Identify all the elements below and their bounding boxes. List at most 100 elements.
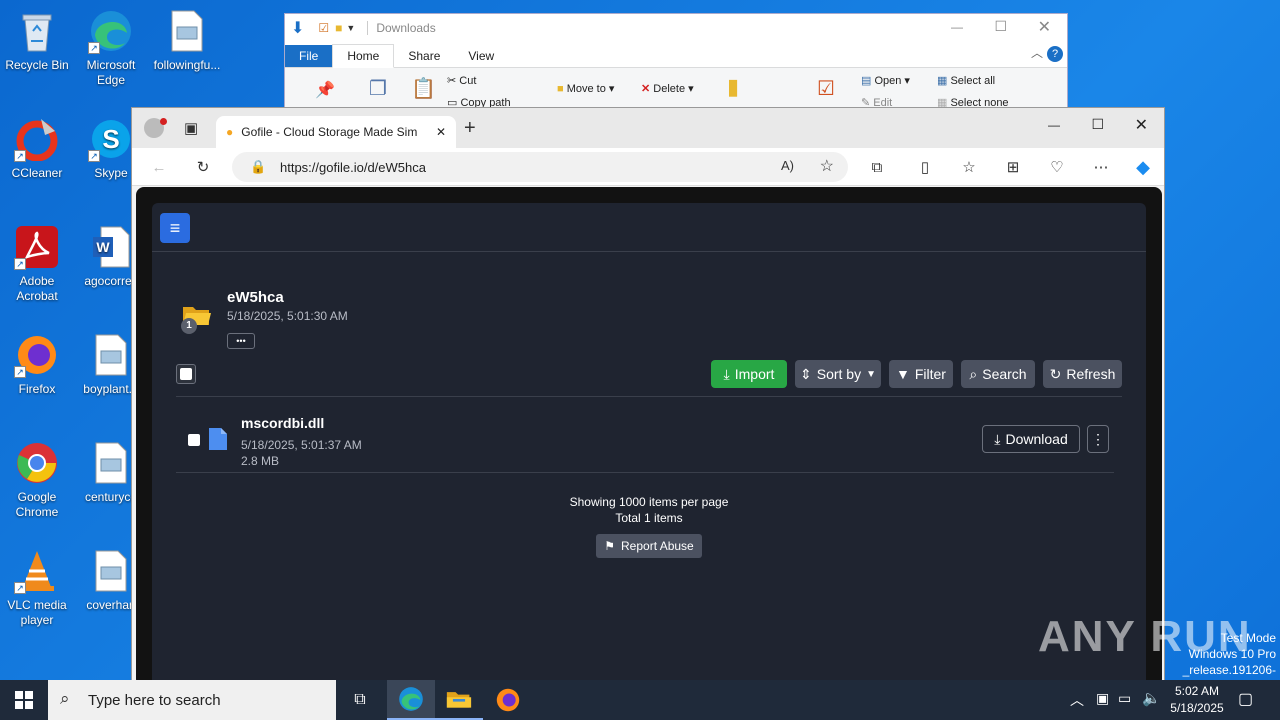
move-to-button[interactable]: ■ Move to ▾ (557, 82, 614, 95)
tab-file[interactable]: File (285, 45, 333, 67)
vlc-icon: ↗ (14, 548, 60, 594)
desktop-icon-recycle-bin[interactable]: Recycle Bin (0, 8, 74, 73)
import-label: Import (734, 366, 775, 382)
copilot-icon[interactable]: ◆ (1132, 156, 1154, 178)
maximize-icon[interactable]: ☐ (1091, 116, 1104, 133)
clock[interactable]: 5:02 AM 5/18/2025 (1166, 683, 1228, 717)
sort-by-button[interactable]: ⇕ Sort by ▼ (795, 360, 881, 388)
new-folder-icon[interactable]: ▮ (727, 74, 739, 100)
desktop-icon-edge[interactable]: ↗ Microsoft Edge (74, 8, 148, 88)
maximize-icon[interactable]: ☐ (994, 18, 1007, 35)
copy-icon[interactable]: ❐ (369, 76, 387, 101)
taskbar-edge-button[interactable] (387, 680, 435, 720)
search-button[interactable]: ⌕ Search (961, 360, 1035, 388)
back-icon[interactable]: ← (148, 156, 170, 178)
flag-icon: ⚑ (604, 539, 616, 553)
sort-by-label: Sort by (816, 366, 862, 382)
tab-share[interactable]: Share (394, 45, 454, 67)
new-tab-icon[interactable]: + (464, 117, 476, 140)
file-name[interactable]: mscordbi.dll (241, 415, 324, 431)
tab-home[interactable]: Home (332, 44, 395, 68)
read-aloud-icon[interactable]: A) (781, 158, 794, 173)
gofile-page: ≡ 1 eW5hca 5/18/2025, 5:01:30 AM ••• ⤓ Im… (136, 187, 1162, 687)
minimize-icon[interactable]: — (951, 20, 963, 34)
quick-access-dropdown-icon[interactable]: ▼ (346, 23, 355, 33)
quick-access-down-icon[interactable]: ⬇ (291, 18, 304, 38)
tab-close-icon[interactable]: ✕ (436, 125, 446, 139)
close-icon[interactable]: ✕ (1038, 17, 1051, 37)
taskbar-explorer-button[interactable] (435, 680, 483, 720)
delete-button[interactable]: ✕ Delete ▾ (641, 82, 694, 95)
minimize-icon[interactable]: — (1048, 118, 1060, 132)
tab-view[interactable]: View (454, 45, 508, 67)
device-icon[interactable]: ▣ (1096, 690, 1109, 707)
desktop-icon-ccleaner[interactable]: ↗ CCleaner (0, 116, 74, 181)
pin-icon[interactable]: 📌 (315, 80, 335, 100)
extensions-icon[interactable]: ⧉ (866, 156, 888, 178)
show-hidden-icons-icon[interactable]: ︿ (1070, 690, 1084, 710)
search-label: Search (982, 366, 1027, 382)
favorite-star-icon[interactable]: ☆ (820, 156, 834, 176)
delete-icon: ✕ (641, 83, 654, 95)
desktop-icon-followingfu[interactable]: followingfu... (150, 8, 224, 73)
file-row[interactable]: mscordbi.dll 5/18/2025, 5:01:37 AM 2.8 M… (176, 403, 1114, 473)
items-per-page-text: Showing 1000 items per page (569, 495, 729, 509)
move-to-icon: ■ (557, 83, 567, 95)
desktop-icon-chrome[interactable]: Google Chrome (0, 440, 74, 520)
properties-icon[interactable]: ☑ (318, 21, 329, 35)
report-abuse-button[interactable]: ⚑ Report Abuse (596, 534, 702, 558)
properties-check-icon[interactable]: ☑ (817, 76, 835, 101)
notification-dot (160, 118, 167, 125)
close-icon[interactable]: ✕ (1135, 115, 1148, 135)
caret-down-icon: ▼ (866, 368, 876, 380)
desktop-icon-vlc[interactable]: ↗ VLC media player (0, 548, 74, 628)
collections-icon[interactable]: ⊞ (1002, 156, 1024, 178)
refresh-icon[interactable]: ↻ (192, 156, 214, 178)
edge-desktop-icon: ↗ (88, 8, 134, 54)
acrobat-icon: ↗ (14, 224, 60, 270)
desktop-icon-acrobat[interactable]: ↗ Adobe Acrobat (0, 224, 74, 304)
kebab-menu-icon: ⋮ (1091, 430, 1105, 447)
test-mode-text: Test Mode (1220, 631, 1276, 645)
browser-window[interactable]: ▣ ● Gofile - Cloud Storage Made Sim ✕ + … (131, 107, 1165, 687)
notifications-icon[interactable]: ▢ (1238, 689, 1253, 709)
address-bar[interactable]: 🔒 https://gofile.io/d/eW5hca A) ☆ (232, 152, 848, 182)
desktop-icon-firefox[interactable]: ↗ Firefox (0, 332, 74, 397)
download-button[interactable]: ⤓ Download (982, 425, 1080, 453)
performance-icon[interactable]: ♡ (1046, 156, 1068, 178)
import-button[interactable]: ⤓ Import (711, 360, 787, 388)
windows-edition-text: Windows 10 Pro (1188, 647, 1276, 661)
file-checkbox[interactable] (188, 434, 200, 446)
select-all-checkbox[interactable] (176, 364, 196, 384)
tab-actions-icon[interactable]: ▣ (184, 119, 198, 137)
browser-tab-gofile[interactable]: ● Gofile - Cloud Storage Made Sim ✕ (216, 116, 456, 148)
cut-button[interactable]: ✂ Cut (447, 74, 476, 87)
paste-icon[interactable]: 📋 (411, 76, 436, 101)
file-options-button[interactable]: ⋮ (1087, 425, 1109, 453)
help-icon[interactable]: ? (1047, 46, 1063, 62)
start-button[interactable] (0, 680, 48, 720)
image-file-icon (164, 8, 210, 54)
filter-icon: ▼ (896, 366, 910, 382)
explorer-window[interactable]: ⬇ ☑ ■ ▼ Downloads — ☐ ✕ File Home Share … (284, 13, 1068, 113)
menu-button[interactable]: ≡ (160, 213, 190, 243)
more-menu-icon[interactable]: ⋯ (1090, 156, 1112, 178)
taskbar-search-input[interactable]: ⌕ Type here to search (48, 680, 336, 720)
taskbar-firefox-button[interactable] (484, 680, 532, 720)
download-label: Download (1005, 431, 1068, 447)
favorites-icon[interactable]: ☆ (958, 156, 980, 178)
network-icon[interactable]: ▭ (1118, 690, 1131, 707)
svg-text:S: S (102, 124, 119, 154)
refresh-button[interactable]: ↻ Refresh (1043, 360, 1122, 388)
folder-more-button[interactable]: ••• (227, 333, 255, 349)
select-all-button[interactable]: ▦ Select all (937, 74, 995, 87)
collapse-ribbon-icon[interactable]: ︿ (1031, 44, 1043, 61)
split-screen-icon[interactable]: ▯ (914, 156, 936, 178)
task-view-button[interactable]: ⧉ (336, 680, 384, 720)
clock-date: 5/18/2025 (1170, 701, 1224, 715)
filter-button[interactable]: ▼ Filter (889, 360, 953, 388)
file-size: 2.8 MB (241, 454, 280, 468)
volume-icon[interactable]: 🔈 (1142, 689, 1161, 707)
task-view-icon: ⧉ (354, 691, 366, 708)
open-button[interactable]: ▤ Open ▾ (861, 74, 910, 87)
